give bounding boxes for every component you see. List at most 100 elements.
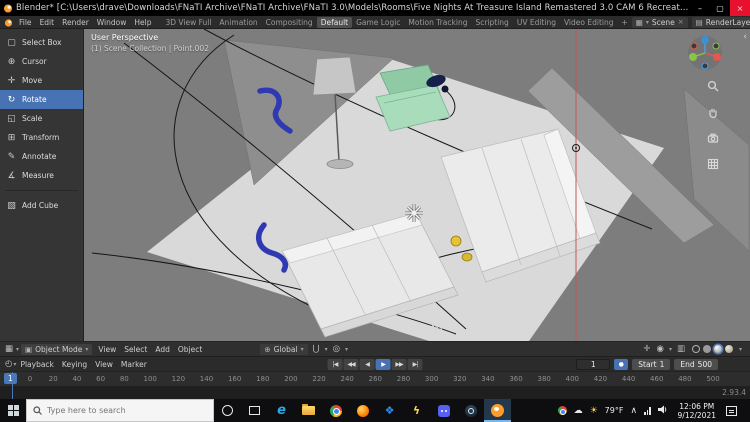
edge-button[interactable]: e: [268, 399, 295, 422]
workspace-tab[interactable]: Animation: [215, 17, 261, 28]
minimize-button[interactable]: –: [690, 0, 710, 16]
workspace-tab[interactable]: Motion Tracking: [404, 17, 471, 28]
menu-item[interactable]: Edit: [36, 18, 59, 27]
timeline-body[interactable]: 0 20 40 60 80 100 120 140 160 180 200 220 240 260 280 3…: [0, 371, 750, 399]
tool-button[interactable]: ↻ Rotate: [0, 90, 83, 109]
cortana-button[interactable]: [214, 399, 241, 422]
tool-button[interactable]: ✎ Annotate: [0, 147, 83, 166]
transport-button[interactable]: ◀: [359, 358, 375, 370]
workspace-tab[interactable]: Compositing: [262, 17, 317, 28]
menu-item[interactable]: Render: [58, 18, 93, 27]
timeline-menu-item[interactable]: View: [91, 360, 117, 369]
sidebar-toggle-icon[interactable]: ‹: [743, 32, 747, 42]
viewport-menu-item[interactable]: Add: [151, 345, 174, 354]
playhead-marker[interactable]: 1: [4, 373, 17, 384]
start-button[interactable]: [0, 399, 26, 422]
chrome-tray-icon[interactable]: [557, 406, 567, 415]
toggle-projection-icon[interactable]: [707, 155, 719, 174]
editor-type-icon[interactable]: ▦: [4, 344, 14, 354]
zoom-icon[interactable]: [707, 77, 719, 96]
yellow-prop-object-2[interactable]: [461, 252, 473, 262]
workspace-tab[interactable]: +: [618, 17, 632, 28]
file-explorer-button[interactable]: [295, 399, 322, 422]
timeline-menu-item[interactable]: Marker: [117, 360, 151, 369]
gizmo-toggle-icon[interactable]: ✛: [642, 344, 651, 354]
lightning-app-button[interactable]: ϟ: [403, 399, 430, 422]
tool-button[interactable]: ⊕ Cursor: [0, 52, 83, 71]
xray-toggle-icon[interactable]: ▥: [676, 344, 686, 354]
action-center-icon[interactable]: [726, 405, 737, 416]
blender-taskbar-button[interactable]: [484, 399, 511, 422]
volume-icon[interactable]: [657, 405, 668, 416]
dropbox-button[interactable]: ❖: [376, 399, 403, 422]
scene-selector[interactable]: ▦ ▾ Scene ×: [631, 16, 688, 28]
steam-button[interactable]: [457, 399, 484, 422]
tool-button[interactable]: ⊞ Transform: [0, 128, 83, 147]
timeline-editor-icon[interactable]: ◴: [4, 359, 13, 369]
discord-button[interactable]: [430, 399, 457, 422]
frame-end-field[interactable]: End 500: [674, 358, 718, 370]
tool-button[interactable]: ▢ Select Box: [0, 33, 83, 52]
frame-tick: 0: [27, 375, 33, 383]
camera-view-icon[interactable]: [707, 129, 719, 148]
proportional-edit-icon[interactable]: ◎: [332, 344, 341, 354]
transport-button[interactable]: ▶|: [407, 358, 423, 370]
overlays-icon[interactable]: ◉: [656, 344, 665, 354]
taskbar-search[interactable]: [26, 399, 214, 422]
auto-keying-button[interactable]: ●: [614, 358, 629, 370]
menu-item[interactable]: Window: [93, 18, 131, 27]
current-frame-field[interactable]: 1: [576, 358, 611, 370]
workspace-tab[interactable]: 3D View Full: [161, 17, 215, 28]
workspace-tab[interactable]: Game Logic: [352, 17, 404, 28]
wireframe-shading-icon[interactable]: [691, 345, 700, 353]
tool-button[interactable]: ▧ Add Cube: [0, 190, 83, 215]
navigation-gizmo[interactable]: [686, 34, 724, 72]
network-icon[interactable]: [644, 406, 651, 415]
workspace-tab[interactable]: Default: [316, 16, 353, 28]
workspace-tab[interactable]: UV Editing: [513, 17, 560, 28]
frame-start-field[interactable]: Start 1: [632, 358, 671, 370]
task-view-button[interactable]: [241, 399, 268, 422]
menu-item[interactable]: File: [15, 18, 36, 27]
solid-shading-icon[interactable]: [702, 345, 711, 353]
orientation-dropdown[interactable]: ⊕ Global ▾: [260, 343, 308, 355]
scene-clear-icon[interactable]: ×: [678, 18, 684, 26]
onedrive-cloud-icon[interactable]: ☁: [574, 406, 583, 416]
rendered-shading-icon[interactable]: [724, 345, 733, 353]
mode-dropdown[interactable]: ▣ Object Mode ▾: [21, 343, 93, 355]
frame-tick: 380: [537, 375, 551, 383]
close-button[interactable]: ×: [730, 0, 750, 16]
tray-date: 9/12/2021: [677, 410, 716, 420]
blender-menu-icon[interactable]: [2, 18, 15, 27]
maximize-button[interactable]: ▢: [710, 0, 730, 16]
tool-button[interactable]: ◱ Scale: [0, 109, 83, 128]
transport-button[interactable]: |◀: [327, 358, 343, 370]
taskbar-clock[interactable]: 12:06 PM 9/12/2021: [675, 402, 719, 420]
transport-button[interactable]: ▶: [375, 358, 391, 370]
viewport-menu-item[interactable]: View: [94, 345, 120, 354]
workspace-tab[interactable]: Scripting: [471, 17, 512, 28]
timeline-menu-item[interactable]: Keying: [58, 360, 91, 369]
viewport-menu-item[interactable]: Select: [120, 345, 151, 354]
view-layer-selector[interactable]: ▤ RenderLayer ×: [691, 16, 750, 28]
transport-button[interactable]: ◀◀: [343, 358, 359, 370]
pan-hand-icon[interactable]: [707, 103, 719, 122]
tray-expand-icon[interactable]: ∧: [630, 406, 637, 416]
yellow-prop-object[interactable]: [450, 235, 462, 247]
tool-button[interactable]: ∡ Measure: [0, 166, 83, 185]
workspace-tab[interactable]: Video Editing: [560, 17, 618, 28]
chrome-button[interactable]: [322, 399, 349, 422]
viewport-menu-item[interactable]: Object: [174, 345, 206, 354]
snap-magnet-icon[interactable]: ⋃: [312, 344, 321, 354]
timeline-menu-item[interactable]: Playback: [16, 360, 57, 369]
timeline-ruler[interactable]: 0 20 40 60 80 100 120 140 160 180 200 220 240 260 280 3…: [0, 371, 750, 386]
viewport-3d[interactable]: User Perspective (1) Scene Collection | …: [84, 29, 750, 341]
tool-button[interactable]: ✛ Move: [0, 71, 83, 90]
shading-dropdown-icon[interactable]: ▾: [739, 346, 742, 353]
transport-button[interactable]: ▶▶: [391, 358, 407, 370]
search-input[interactable]: [47, 406, 197, 415]
firefox-button[interactable]: [349, 399, 376, 422]
material-shading-icon[interactable]: [713, 345, 722, 353]
menu-item[interactable]: Help: [130, 18, 155, 27]
weather-temp[interactable]: 79°F: [605, 406, 624, 415]
